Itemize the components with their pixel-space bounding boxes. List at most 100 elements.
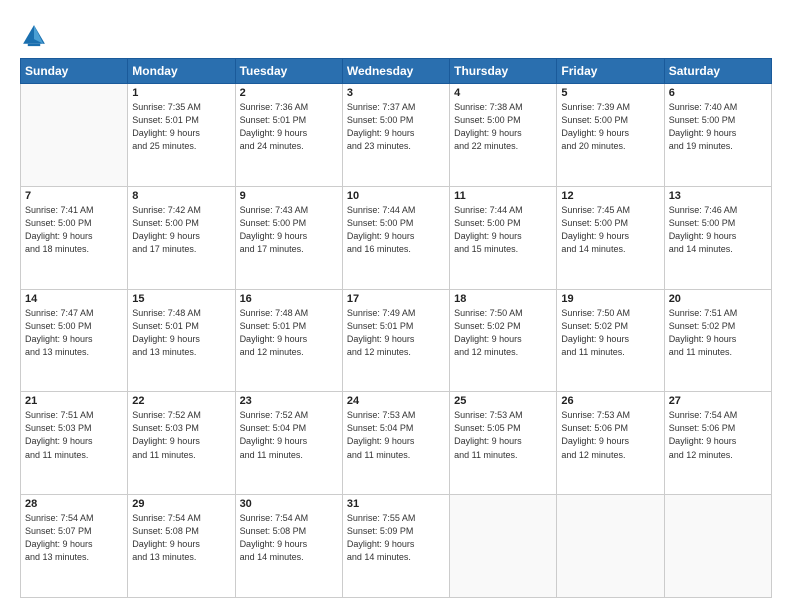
day-info: Sunrise: 7:35 AM Sunset: 5:01 PM Dayligh…	[132, 101, 230, 153]
calendar-cell	[664, 495, 771, 598]
day-number: 18	[454, 293, 552, 305]
day-number: 20	[669, 293, 767, 305]
day-info: Sunrise: 7:52 AM Sunset: 5:03 PM Dayligh…	[132, 409, 230, 461]
calendar-day-header: Saturday	[664, 59, 771, 84]
calendar-week-row: 14 Sunrise: 7:47 AM Sunset: 5:00 PM Dayli…	[21, 289, 772, 392]
calendar-cell: 14 Sunrise: 7:47 AM Sunset: 5:00 PM Dayli…	[21, 289, 128, 392]
calendar-cell: 18 Sunrise: 7:50 AM Sunset: 5:02 PM Dayli…	[450, 289, 557, 392]
day-info: Sunrise: 7:53 AM Sunset: 5:06 PM Dayligh…	[561, 409, 659, 461]
day-info: Sunrise: 7:55 AM Sunset: 5:09 PM Dayligh…	[347, 512, 445, 564]
day-number: 5	[561, 87, 659, 99]
day-info: Sunrise: 7:50 AM Sunset: 5:02 PM Dayligh…	[561, 307, 659, 359]
calendar-cell: 11 Sunrise: 7:44 AM Sunset: 5:00 PM Dayli…	[450, 186, 557, 289]
day-info: Sunrise: 7:47 AM Sunset: 5:00 PM Dayligh…	[25, 307, 123, 359]
day-info: Sunrise: 7:44 AM Sunset: 5:00 PM Dayligh…	[347, 204, 445, 256]
day-info: Sunrise: 7:41 AM Sunset: 5:00 PM Dayligh…	[25, 204, 123, 256]
day-info: Sunrise: 7:54 AM Sunset: 5:06 PM Dayligh…	[669, 409, 767, 461]
day-number: 13	[669, 190, 767, 202]
calendar-cell: 20Sunrise: 7:51 AM Sunset: 5:02 PM Dayli…	[664, 289, 771, 392]
day-info: Sunrise: 7:48 AM Sunset: 5:01 PM Dayligh…	[132, 307, 230, 359]
day-number: 3	[347, 87, 445, 99]
day-number: 16	[240, 293, 338, 305]
day-number: 11	[454, 190, 552, 202]
calendar-day-header: Monday	[128, 59, 235, 84]
calendar-cell: 25 Sunrise: 7:53 AM Sunset: 5:05 PM Dayli…	[450, 392, 557, 495]
calendar-cell: 22 Sunrise: 7:52 AM Sunset: 5:03 PM Dayli…	[128, 392, 235, 495]
header	[20, 18, 772, 50]
day-info: Sunrise: 7:37 AM Sunset: 5:00 PM Dayligh…	[347, 101, 445, 153]
calendar-cell: 27 Sunrise: 7:54 AM Sunset: 5:06 PM Dayli…	[664, 392, 771, 495]
calendar-day-header: Sunday	[21, 59, 128, 84]
calendar-cell: 19 Sunrise: 7:50 AM Sunset: 5:02 PM Dayli…	[557, 289, 664, 392]
day-info: Sunrise: 7:40 AM Sunset: 5:00 PM Dayligh…	[669, 101, 767, 153]
day-info: Sunrise: 7:45 AM Sunset: 5:00 PM Dayligh…	[561, 204, 659, 256]
day-number: 26	[561, 395, 659, 407]
calendar-cell	[21, 84, 128, 187]
logo	[20, 22, 52, 50]
day-number: 8	[132, 190, 230, 202]
day-info: Sunrise: 7:53 AM Sunset: 5:04 PM Dayligh…	[347, 409, 445, 461]
day-info: Sunrise: 7:50 AM Sunset: 5:02 PM Dayligh…	[454, 307, 552, 359]
day-number: 10	[347, 190, 445, 202]
day-info: Sunrise: 7:53 AM Sunset: 5:05 PM Dayligh…	[454, 409, 552, 461]
calendar-cell: 21 Sunrise: 7:51 AM Sunset: 5:03 PM Dayli…	[21, 392, 128, 495]
calendar-cell: 16 Sunrise: 7:48 AM Sunset: 5:01 PM Dayli…	[235, 289, 342, 392]
calendar-cell: 2Sunrise: 7:36 AM Sunset: 5:01 PM Daylig…	[235, 84, 342, 187]
calendar-cell: 5Sunrise: 7:39 AM Sunset: 5:00 PM Daylig…	[557, 84, 664, 187]
calendar-cell: 15 Sunrise: 7:48 AM Sunset: 5:01 PM Dayli…	[128, 289, 235, 392]
page: SundayMondayTuesdayWednesdayThursdayFrid…	[0, 0, 792, 612]
calendar-table: SundayMondayTuesdayWednesdayThursdayFrid…	[20, 58, 772, 598]
logo-icon	[20, 22, 48, 50]
calendar-cell: 23 Sunrise: 7:52 AM Sunset: 5:04 PM Dayli…	[235, 392, 342, 495]
day-number: 19	[561, 293, 659, 305]
calendar-cell: 8 Sunrise: 7:42 AM Sunset: 5:00 PM Daylig…	[128, 186, 235, 289]
calendar-cell	[450, 495, 557, 598]
calendar-cell: 26 Sunrise: 7:53 AM Sunset: 5:06 PM Dayli…	[557, 392, 664, 495]
day-number: 6	[669, 87, 767, 99]
day-info: Sunrise: 7:54 AM Sunset: 5:08 PM Dayligh…	[240, 512, 338, 564]
calendar-cell: 3 Sunrise: 7:37 AM Sunset: 5:00 PM Daylig…	[342, 84, 449, 187]
calendar-cell: 4Sunrise: 7:38 AM Sunset: 5:00 PM Daylig…	[450, 84, 557, 187]
day-number: 27	[669, 395, 767, 407]
calendar-cell: 12 Sunrise: 7:45 AM Sunset: 5:00 PM Dayli…	[557, 186, 664, 289]
calendar-cell: 6 Sunrise: 7:40 AM Sunset: 5:00 PM Daylig…	[664, 84, 771, 187]
day-info: Sunrise: 7:54 AM Sunset: 5:08 PM Dayligh…	[132, 512, 230, 564]
day-info: Sunrise: 7:43 AM Sunset: 5:00 PM Dayligh…	[240, 204, 338, 256]
day-number: 12	[561, 190, 659, 202]
day-info: Sunrise: 7:42 AM Sunset: 5:00 PM Dayligh…	[132, 204, 230, 256]
calendar-week-row: 7 Sunrise: 7:41 AM Sunset: 5:00 PM Daylig…	[21, 186, 772, 289]
day-number: 25	[454, 395, 552, 407]
day-number: 1	[132, 87, 230, 99]
calendar-cell: 30 Sunrise: 7:54 AM Sunset: 5:08 PM Dayli…	[235, 495, 342, 598]
day-number: 21	[25, 395, 123, 407]
day-number: 28	[25, 498, 123, 510]
day-number: 30	[240, 498, 338, 510]
day-number: 7	[25, 190, 123, 202]
day-number: 14	[25, 293, 123, 305]
day-number: 24	[347, 395, 445, 407]
day-number: 15	[132, 293, 230, 305]
calendar-cell: 17Sunrise: 7:49 AM Sunset: 5:01 PM Dayli…	[342, 289, 449, 392]
day-info: Sunrise: 7:51 AM Sunset: 5:03 PM Dayligh…	[25, 409, 123, 461]
day-info: Sunrise: 7:52 AM Sunset: 5:04 PM Dayligh…	[240, 409, 338, 461]
calendar-cell: 7 Sunrise: 7:41 AM Sunset: 5:00 PM Daylig…	[21, 186, 128, 289]
day-info: Sunrise: 7:46 AM Sunset: 5:00 PM Dayligh…	[669, 204, 767, 256]
day-number: 31	[347, 498, 445, 510]
calendar-day-header: Thursday	[450, 59, 557, 84]
day-number: 2	[240, 87, 338, 99]
day-number: 17	[347, 293, 445, 305]
calendar-day-header: Tuesday	[235, 59, 342, 84]
calendar-cell: 9Sunrise: 7:43 AM Sunset: 5:00 PM Daylig…	[235, 186, 342, 289]
day-number: 23	[240, 395, 338, 407]
calendar-cell: 31 Sunrise: 7:55 AM Sunset: 5:09 PM Dayli…	[342, 495, 449, 598]
day-info: Sunrise: 7:48 AM Sunset: 5:01 PM Dayligh…	[240, 307, 338, 359]
calendar-cell	[557, 495, 664, 598]
calendar-week-row: 21 Sunrise: 7:51 AM Sunset: 5:03 PM Dayli…	[21, 392, 772, 495]
calendar-header-row: SundayMondayTuesdayWednesdayThursdayFrid…	[21, 59, 772, 84]
calendar-day-header: Friday	[557, 59, 664, 84]
calendar-week-row: 1 Sunrise: 7:35 AM Sunset: 5:01 PM Daylig…	[21, 84, 772, 187]
calendar-cell: 1 Sunrise: 7:35 AM Sunset: 5:01 PM Daylig…	[128, 84, 235, 187]
day-info: Sunrise: 7:44 AM Sunset: 5:00 PM Dayligh…	[454, 204, 552, 256]
day-number: 22	[132, 395, 230, 407]
day-info: Sunrise: 7:38 AM Sunset: 5:00 PM Dayligh…	[454, 101, 552, 153]
